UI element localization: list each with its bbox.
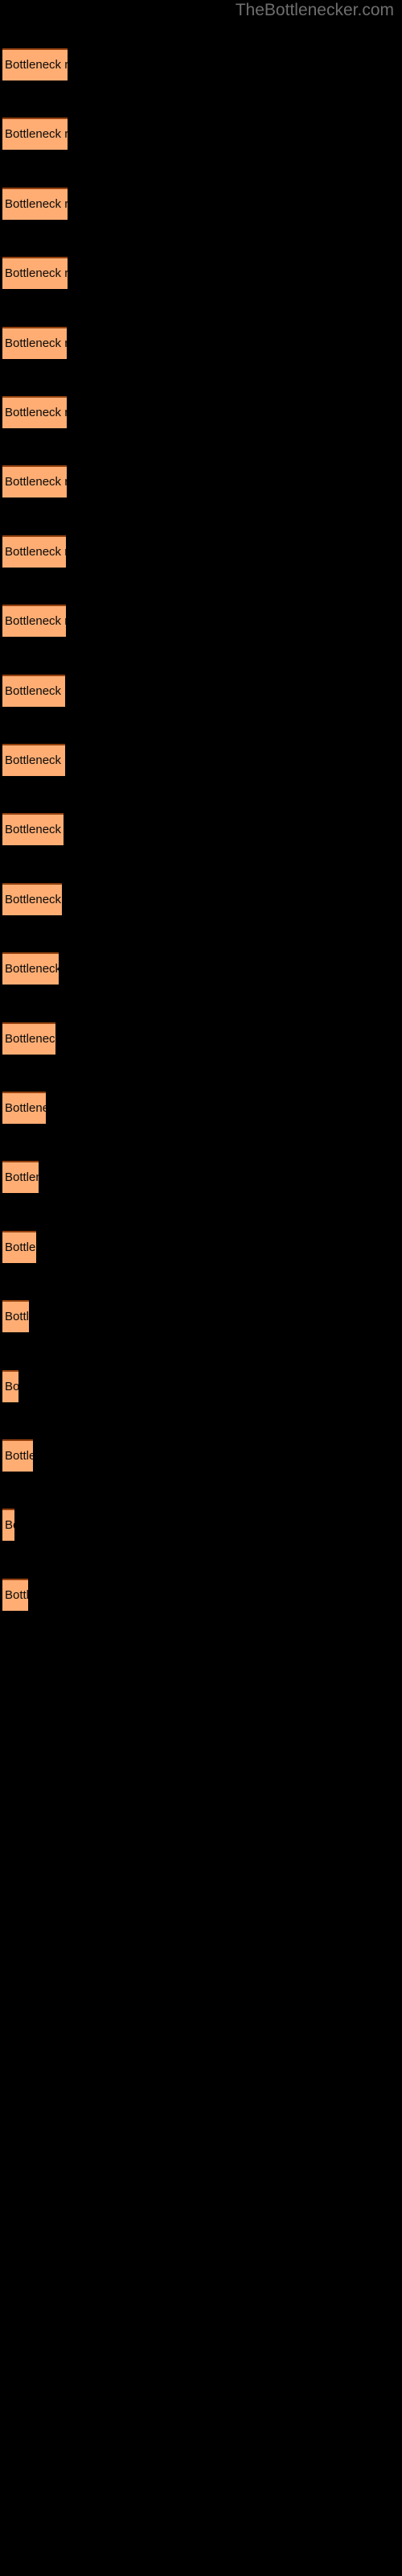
bar-row: Bottleneck result — [0, 326, 402, 359]
bar[interactable]: Bottleneck result — [2, 1369, 18, 1402]
bar[interactable]: Bottleneck result — [2, 326, 67, 359]
bar[interactable]: Bottleneck result — [2, 882, 62, 915]
bar[interactable]: Bottleneck result — [2, 1022, 55, 1055]
bar-label: Bottleneck result — [5, 1587, 28, 1602]
bar[interactable]: Bottleneck result — [2, 813, 64, 846]
bar-row: Bottleneck result — [0, 1439, 402, 1472]
bar-label: Bottleneck result — [5, 892, 62, 906]
bar-label: Bottleneck result — [5, 1518, 14, 1533]
bar-row: Bottleneck result — [0, 1578, 402, 1611]
bar-row: Bottleneck result — [0, 813, 402, 846]
bar[interactable]: Bottleneck result — [2, 1509, 14, 1542]
bar-label: Bottleneck result — [5, 1170, 39, 1185]
bar-row: Bottleneck result — [0, 1369, 402, 1402]
bar-label: Bottleneck result — [5, 1031, 55, 1046]
bar-row: Bottleneck result — [0, 1509, 402, 1542]
bar-label: Bottleneck result — [5, 683, 65, 698]
bar-label: Bottleneck result — [5, 196, 68, 211]
bar-label: Bottleneck result — [5, 1449, 33, 1463]
bar-label: Bottleneck result — [5, 1310, 29, 1324]
bar-row: Bottleneck result — [0, 1161, 402, 1194]
bar-row: Bottleneck result — [0, 605, 402, 638]
bar[interactable]: Bottleneck result — [2, 48, 68, 80]
bar[interactable]: Bottleneck result — [2, 674, 65, 707]
bar[interactable]: Bottleneck result — [2, 187, 68, 220]
bar[interactable]: Bottleneck result — [2, 1092, 46, 1124]
bar[interactable]: Bottleneck result — [2, 744, 65, 776]
bar-row: Bottleneck result — [0, 882, 402, 915]
bar-label: Bottleneck result — [5, 614, 66, 629]
bar-row: Bottleneck result — [0, 1300, 402, 1333]
bar-label: Bottleneck result — [5, 1101, 46, 1115]
bar[interactable]: Bottleneck result — [2, 535, 66, 568]
bar-row: Bottleneck result — [0, 118, 402, 151]
bar-series: Bottleneck result Bottleneck result Bottle… — [0, 0, 402, 2576]
bar-row: Bottleneck result — [0, 535, 402, 568]
bar[interactable]: Bottleneck result — [2, 1439, 33, 1472]
bar-label: Bottleneck result — [5, 544, 66, 559]
bar-row: Bottleneck result — [0, 187, 402, 220]
bar[interactable]: Bottleneck result — [2, 1300, 29, 1333]
bar[interactable]: Bottleneck result — [2, 952, 59, 985]
bar-row: Bottleneck result — [0, 674, 402, 707]
bottleneck-chart: TheBottlenecker.com Bottleneck resultBot… — [0, 0, 402, 2576]
bar-row: Bottleneck result — [0, 465, 402, 498]
bar[interactable]: Bottleneck result — [2, 1161, 39, 1194]
bar[interactable]: Bottleneck result — [2, 1578, 28, 1611]
bar[interactable]: Bottleneck result — [2, 605, 66, 638]
bar-label: Bottleneck result — [5, 1379, 18, 1393]
bar-label: Bottleneck result — [5, 962, 59, 976]
bar-label: Bottleneck result — [5, 58, 68, 72]
bar[interactable]: Bottleneck result — [2, 118, 68, 151]
bar-label: Bottleneck result — [5, 406, 67, 419]
bar[interactable]: Bottleneck result — [2, 1230, 36, 1263]
bar-row: Bottleneck result — [0, 1022, 402, 1055]
bar-label: Bottleneck result — [5, 753, 65, 767]
bar-label: Bottleneck result — [5, 1240, 36, 1254]
bar-label: Bottleneck result — [5, 475, 67, 489]
bar[interactable]: Bottleneck result — [2, 257, 68, 290]
bar-label: Bottleneck result — [5, 266, 68, 281]
bar-label: Bottleneck result — [5, 336, 67, 350]
bar[interactable]: Bottleneck result — [2, 465, 67, 498]
bar-row: Bottleneck result — [0, 48, 402, 80]
bar-row: Bottleneck result — [0, 1092, 402, 1124]
bar-row: Bottleneck result — [0, 952, 402, 985]
bar[interactable]: Bottleneck result — [2, 396, 67, 428]
bar-row: Bottleneck result — [0, 257, 402, 290]
bar-row: Bottleneck result — [0, 1230, 402, 1263]
bar-row: Bottleneck result — [0, 744, 402, 776]
bar-label: Bottleneck result — [5, 127, 68, 142]
bar-label: Bottleneck result — [5, 823, 64, 837]
bar-row: Bottleneck result — [0, 396, 402, 428]
